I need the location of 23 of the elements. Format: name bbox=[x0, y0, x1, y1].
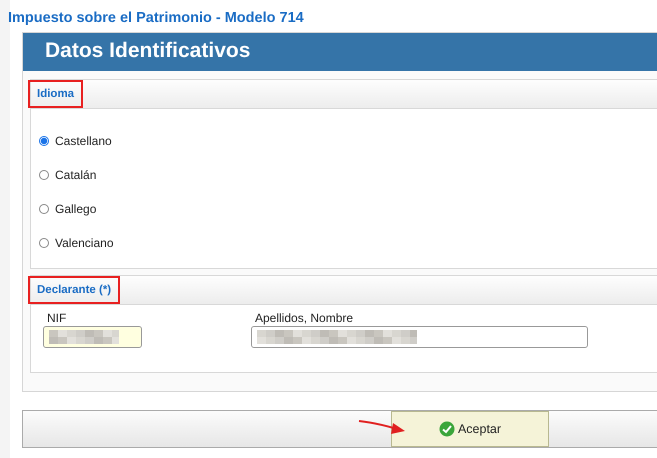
field-label: Apellidos, Nombre bbox=[254, 311, 354, 326]
input-field[interactable] bbox=[251, 326, 588, 348]
section-title: Idioma bbox=[28, 80, 84, 108]
check-icon bbox=[438, 421, 455, 437]
radio-option[interactable]: Valenciano bbox=[39, 235, 657, 250]
radio-option[interactable]: Gallego bbox=[39, 201, 657, 216]
input-field[interactable] bbox=[43, 326, 142, 348]
blurred-text-drawing bbox=[49, 330, 119, 344]
radio-button[interactable] bbox=[39, 136, 49, 146]
radio-option[interactable]: Castellano bbox=[39, 133, 657, 148]
radio-label: Valenciano bbox=[55, 236, 114, 250]
radio-button[interactable] bbox=[39, 170, 49, 180]
field-label: NIF bbox=[46, 311, 68, 326]
accept-button[interactable]: Aceptar bbox=[391, 411, 549, 447]
section-title: Declarante (*) bbox=[28, 276, 120, 304]
page-title: Impuesto sobre el Patrimonio - Modelo 714 bbox=[8, 10, 305, 28]
panel-title: Datos Identificativos bbox=[23, 33, 657, 71]
radio-label: Catalán bbox=[55, 168, 96, 182]
radio-button[interactable] bbox=[39, 204, 49, 214]
radio-label: Castellano bbox=[55, 134, 112, 148]
radio-option[interactable]: Catalán bbox=[39, 167, 657, 182]
radio-label: Gallego bbox=[55, 202, 96, 216]
radio-button[interactable] bbox=[39, 238, 49, 248]
